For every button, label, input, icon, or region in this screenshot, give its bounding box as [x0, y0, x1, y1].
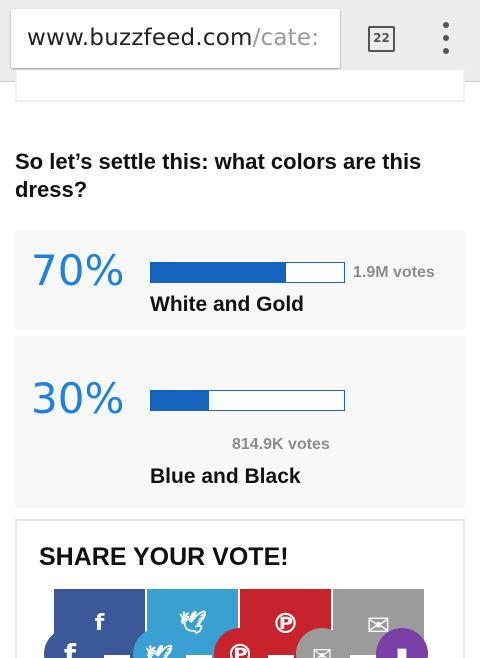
percent-label: 70% — [31, 246, 125, 295]
result-bar — [150, 262, 345, 283]
result-bar-fill — [151, 263, 287, 282]
vote-count: 814.9K votes — [232, 436, 330, 453]
poll-option[interactable]: 30% 814.9K votes Blue and Black — [15, 336, 465, 508]
url-domain: www.buzzfeed.com — [27, 25, 253, 51]
overflow-menu-icon[interactable] — [436, 22, 456, 56]
facebook-icon: f — [63, 638, 77, 658]
percent-label: 30% — [31, 374, 125, 423]
bookmark-icon: ▮ — [395, 642, 409, 658]
pinterest-icon: ℗ — [226, 638, 254, 658]
previous-card-bottom — [15, 70, 465, 102]
result-bar — [150, 390, 345, 411]
url-bar[interactable]: www.buzzfeed.com/cate: — [11, 9, 340, 68]
result-bar-fill — [151, 391, 209, 410]
vote-count: 1.9M votes — [353, 264, 435, 281]
poll-question: So let’s settle this: what colors are th… — [15, 149, 422, 202]
email-icon: ✉ — [311, 642, 333, 658]
tab-switcher-button[interactable]: 22 — [368, 26, 395, 52]
twitter-icon: 🕊 — [145, 645, 173, 658]
poll-option[interactable]: 70% 1.9M votes White and Gold — [15, 230, 465, 330]
url-path: /cate: — [252, 25, 320, 51]
url-text: www.buzzfeed.com/cate: — [27, 25, 319, 51]
option-label: White and Gold — [150, 293, 304, 316]
option-label: Blue and Black — [150, 465, 301, 488]
share-title: SHARE YOUR VOTE! — [39, 543, 289, 571]
